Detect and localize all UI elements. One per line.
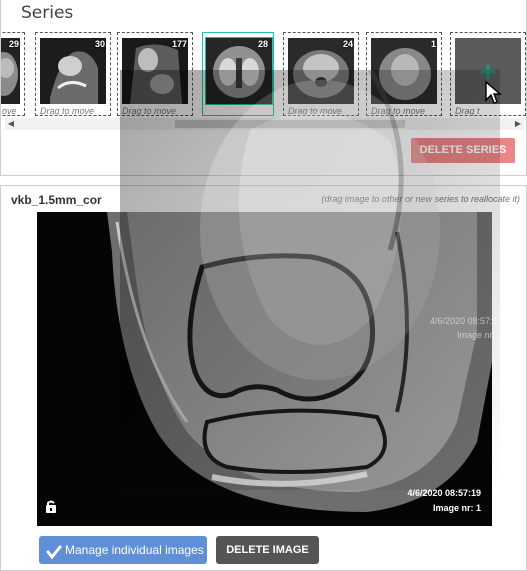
series-title: Series [21, 3, 74, 23]
image-count: 28 [257, 39, 268, 49]
delete-series-button[interactable]: DELETE SERIES [411, 138, 515, 163]
series-thumbnail[interactable]: 30 Drag to move [35, 32, 111, 116]
image-count: 24 [342, 39, 353, 49]
manage-individual-images-button[interactable]: Manage individual images [39, 536, 207, 564]
drag-hint: ove [2, 106, 17, 116]
image-count: 1 [430, 39, 436, 49]
image-count: 30 [94, 39, 105, 49]
delete-image-button[interactable]: DELETE IMAGE [216, 536, 319, 564]
scrollbar-thumb[interactable] [175, 120, 405, 128]
arrow-right-icon[interactable]: ▶ [512, 118, 524, 130]
image-viewer[interactable]: 4/6/2020 08:57:19 Image nr: 1 [37, 212, 492, 526]
image-metadata: 4/6/2020 08:57:19 Image nr: 1 [407, 486, 481, 516]
series-thumbnail[interactable]: 29 ove [1, 32, 25, 116]
manage-label: Manage individual images [65, 543, 204, 557]
arrow-left-icon[interactable]: ◀ [5, 118, 17, 130]
drag-hint: Drag to move [122, 106, 177, 116]
drag-hint: Drag to move [288, 106, 343, 116]
reallocate-hint: (drag image to other or new series to re… [321, 194, 520, 204]
drag-ghost-metadata: 4/6/2020 08:57:19 Image nr: 1 [430, 314, 503, 342]
image-count: 29 [8, 39, 19, 49]
checkmark-icon [46, 542, 62, 570]
cursor-arrow-icon [484, 80, 502, 111]
drag-hint: Drag to move [371, 106, 426, 116]
drag-hint: Drag to move [40, 106, 95, 116]
series-thumbnail[interactable]: 1 Drag to move [366, 32, 442, 116]
series-name: vkb_1.5mm_cor [11, 193, 102, 207]
mri-image [37, 212, 492, 526]
timestamp: 4/6/2020 08:57:19 [407, 488, 481, 498]
series-thumbnail-strip[interactable]: 29 ove 30 Drag to move 177 Drag to move … [1, 32, 527, 118]
series-panel: Series 29 ove 30 Drag to move 177 Drag t… [0, 0, 527, 176]
series-thumbnail[interactable]: 24 Drag to move [283, 32, 359, 116]
thumbnail-image [371, 38, 437, 104]
image-number: Image nr: 1 [432, 503, 481, 513]
ghost-timestamp: 4/6/2020 08:57:19 [430, 316, 503, 326]
image-count: 177 [171, 39, 187, 49]
lock-icon[interactable] [45, 500, 57, 518]
drag-hint: Drag t [455, 106, 480, 116]
horizontal-scrollbar[interactable]: ◀ ▶ [5, 118, 524, 130]
series-thumbnail-selected[interactable]: 28 [202, 32, 274, 116]
ghost-image-number: Image nr: 1 [457, 330, 503, 340]
series-thumbnail[interactable]: 177 Drag to move [117, 32, 193, 116]
image-panel: vkb_1.5mm_cor (drag image to other or ne… [0, 185, 527, 571]
